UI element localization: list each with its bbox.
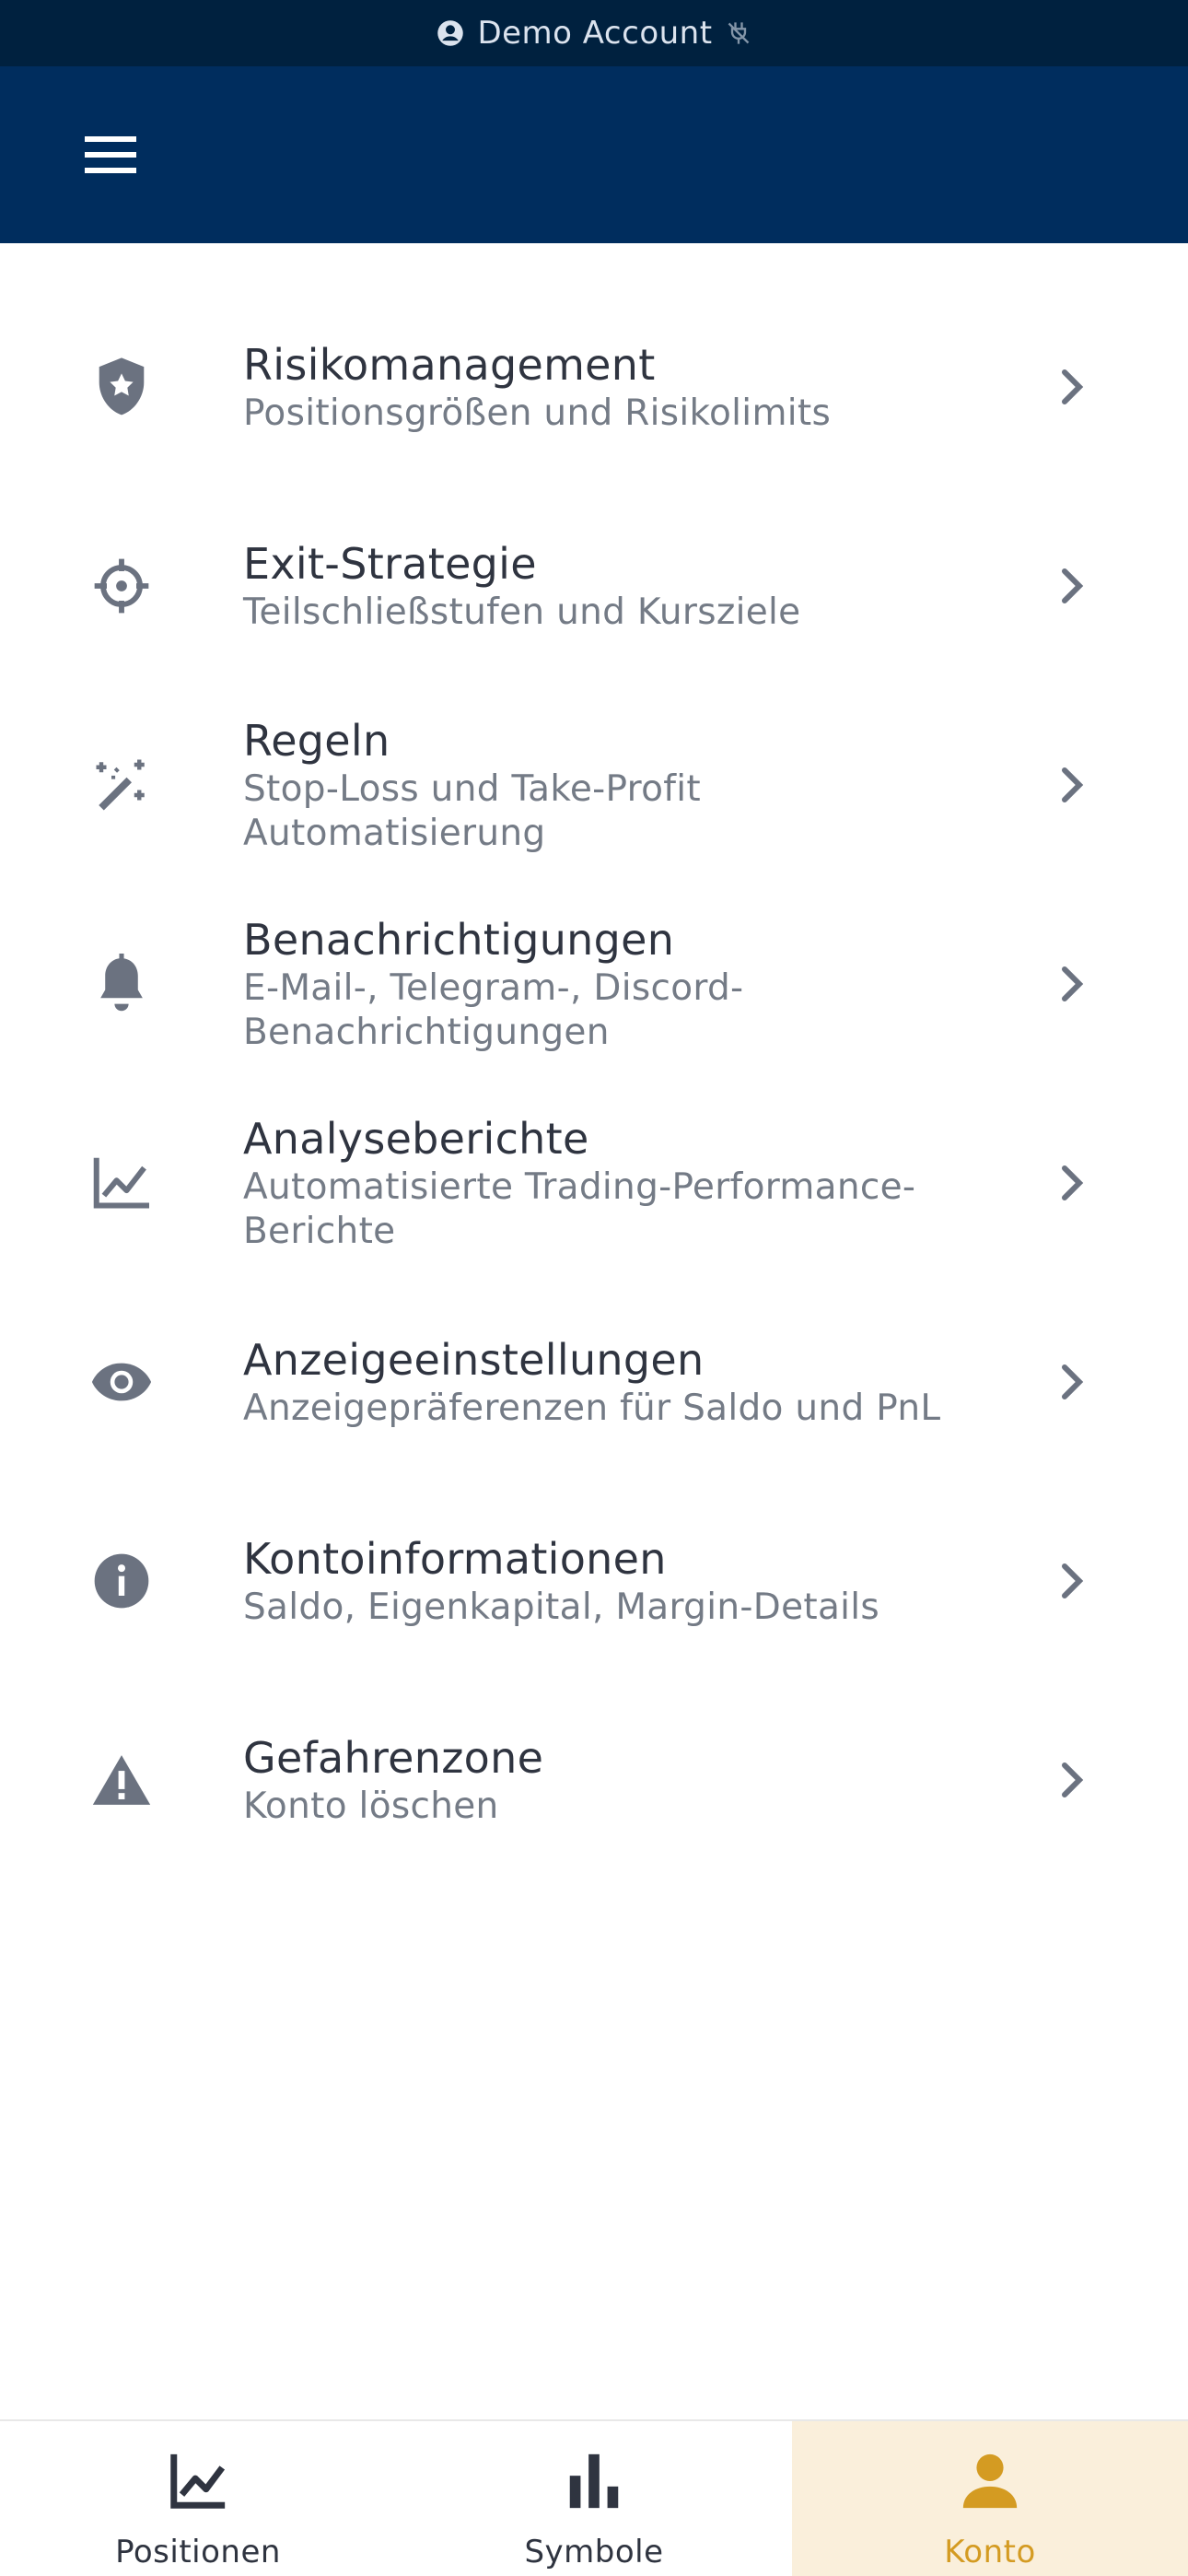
- menu-item-rules[interactable]: Regeln Stop-Loss und Take-Profit Automat…: [0, 685, 1188, 884]
- menu-item-analysis-reports[interactable]: Analyseberichte Automatisierte Trading-P…: [0, 1083, 1188, 1282]
- app-root: Demo Account Risikomanagement Positionsg…: [0, 0, 1188, 2576]
- shield-star-icon: [88, 354, 155, 420]
- chevron-right-icon: [1062, 1762, 1084, 1797]
- chevron-right-icon: [1062, 369, 1084, 404]
- menu-item-title: Gefahrenzone: [243, 1733, 544, 1783]
- menu-item-exit-strategy[interactable]: Exit-Strategie Teilschließstufen und Kur…: [0, 486, 1188, 685]
- crosshair-icon: [88, 553, 155, 619]
- hamburger-menu-icon: [85, 136, 136, 173]
- chevron-right-icon: [1062, 568, 1084, 603]
- menu-item-subtitle: Positionsgrößen und Risikolimits: [243, 392, 832, 434]
- tab-label: Positionen: [115, 2534, 281, 2570]
- menu-button[interactable]: [74, 125, 147, 184]
- menu-item-notifications[interactable]: Benachrichtigungen E-Mail-, Telegram-, D…: [0, 884, 1188, 1083]
- chevron-right-icon: [1062, 767, 1084, 802]
- settings-menu-list: Risikomanagement Positionsgrößen und Ris…: [0, 287, 1188, 1879]
- eye-icon: [88, 1349, 155, 1415]
- tab-positions[interactable]: Positionen: [0, 2421, 396, 2576]
- tab-label: Symbole: [524, 2534, 664, 2570]
- chevron-right-icon: [1062, 1364, 1084, 1399]
- magic-wand-icon: [88, 752, 155, 818]
- menu-item-title: Analyseberichte: [243, 1114, 589, 1164]
- tab-label: Konto: [944, 2534, 1036, 2570]
- menu-item-title: Kontoinformationen: [243, 1534, 667, 1584]
- tab-symbols[interactable]: Symbole: [396, 2421, 792, 2576]
- menu-item-title: Exit-Strategie: [243, 539, 537, 589]
- person-icon: [962, 2453, 1018, 2509]
- menu-item-subtitle: Konto löschen: [243, 1786, 499, 1827]
- menu-item-account-info[interactable]: Kontoinformationen Saldo, Eigenkapital, …: [0, 1481, 1188, 1680]
- menu-item-subtitle: Stop-Loss und Take-Profit Automatisierun…: [243, 768, 702, 854]
- menu-item-risk-management[interactable]: Risikomanagement Positionsgrößen und Ris…: [0, 287, 1188, 486]
- line-chart-icon: [88, 1150, 155, 1216]
- menu-item-title: Anzeigeeinstellungen: [243, 1335, 705, 1385]
- info-icon: [88, 1548, 155, 1614]
- bottom-navigation: Positionen Symbole Konto: [0, 2419, 1188, 2576]
- chevron-right-icon: [1062, 966, 1084, 1001]
- menu-item-subtitle: Anzeigepräferenzen für Saldo und PnL: [243, 1388, 941, 1429]
- bell-icon: [88, 951, 155, 1017]
- account-status-bar: Demo Account: [0, 0, 1188, 66]
- menu-item-display-settings[interactable]: Anzeigeeinstellungen Anzeigepräferenzen …: [0, 1282, 1188, 1481]
- menu-item-danger-zone[interactable]: Gefahrenzone Konto löschen: [0, 1680, 1188, 1879]
- chevron-right-icon: [1062, 1165, 1084, 1200]
- tab-account[interactable]: Konto: [792, 2421, 1188, 2576]
- line-chart-icon: [170, 2453, 226, 2509]
- menu-item-subtitle: Automatisierte Trading-Performance-Beric…: [243, 1166, 916, 1252]
- account-circle-icon: [437, 20, 464, 46]
- bar-chart-icon: [569, 2453, 619, 2509]
- app-bar: [0, 66, 1188, 243]
- menu-item-subtitle: E-Mail-, Telegram-, Discord-Benachrichti…: [243, 967, 744, 1053]
- menu-item-title: Benachrichtigungen: [243, 915, 675, 965]
- account-label: Demo Account: [477, 15, 713, 52]
- plug-off-icon: [728, 22, 749, 44]
- menu-item-subtitle: Saldo, Eigenkapital, Margin-Details: [243, 1587, 880, 1628]
- menu-item-subtitle: Teilschließstufen und Kursziele: [243, 591, 801, 633]
- menu-item-title: Risikomanagement: [243, 340, 656, 390]
- menu-item-title: Regeln: [243, 716, 390, 766]
- chevron-right-icon: [1062, 1563, 1084, 1598]
- warning-icon: [88, 1747, 155, 1813]
